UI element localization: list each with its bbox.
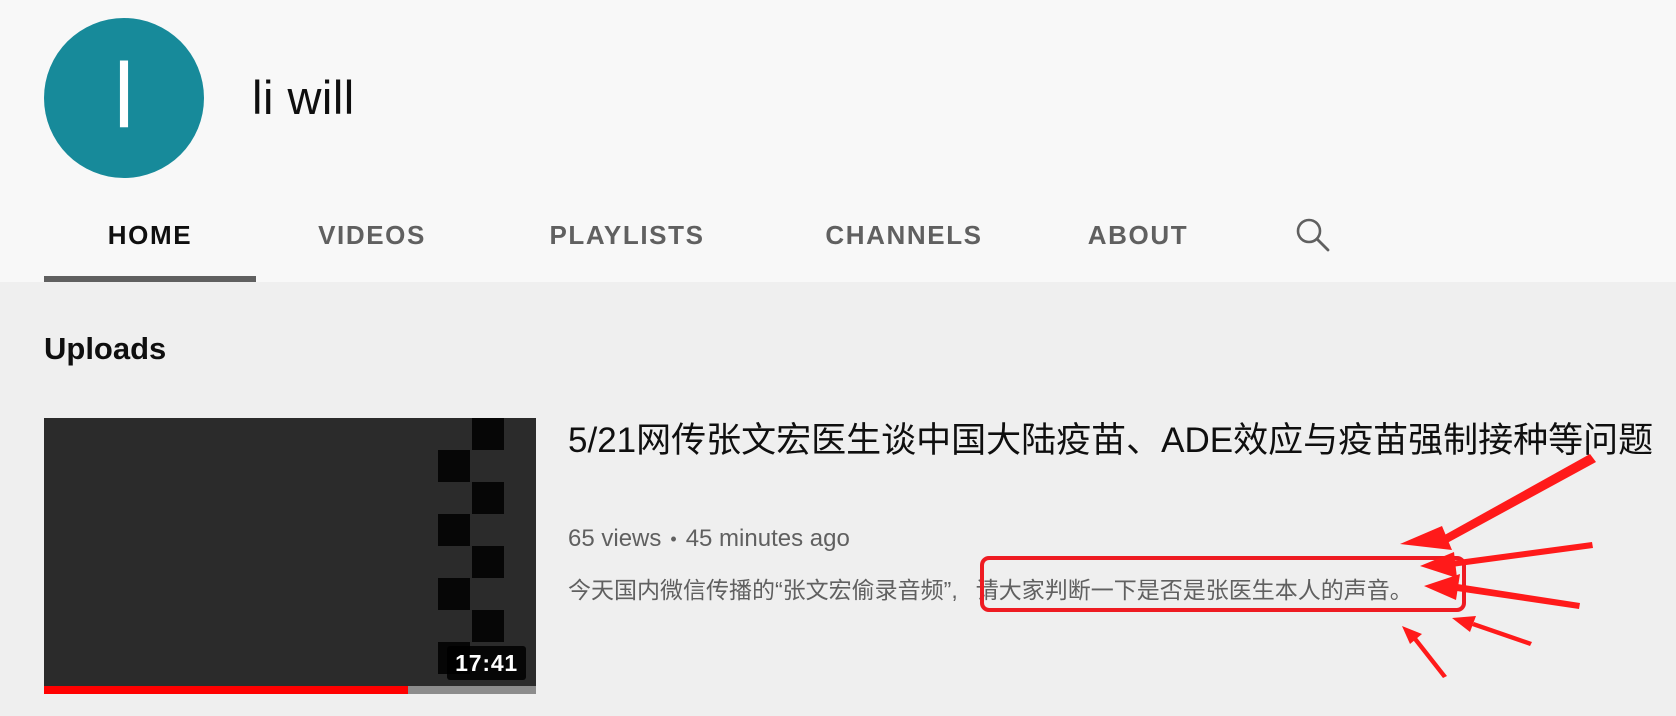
channel-header: l li will HOME VIDEOS PLAYLISTS CHANNELS…	[0, 0, 1676, 282]
meta-separator: •	[670, 529, 677, 549]
annotation-arrow-3	[1450, 583, 1580, 609]
upload-age: 45 minutes ago	[685, 525, 850, 552]
annotation-arrow-2	[1443, 542, 1593, 568]
uploads-heading: Uploads	[44, 331, 167, 366]
watch-progress-bar	[44, 686, 536, 694]
tab-about[interactable]: ABOUT	[1042, 205, 1234, 282]
tab-home[interactable]: HOME	[44, 205, 256, 282]
annotation-arrow-5	[1410, 634, 1447, 678]
annotation-arrow-large	[1432, 454, 1596, 548]
annotation-arrows	[1400, 454, 1596, 678]
avatar-letter: l	[113, 45, 135, 147]
channel-name: li will	[252, 71, 355, 124]
video-thumbnail[interactable]: 17:41	[44, 418, 536, 694]
annotation-arrow-3-head	[1424, 574, 1460, 600]
annotation-arrow-large-head	[1400, 526, 1452, 550]
channel-tabs: HOME VIDEOS PLAYLISTS CHANNELS ABOUT	[44, 205, 1348, 282]
tab-playlists[interactable]: PLAYLISTS	[488, 205, 766, 282]
search-icon	[1296, 218, 1330, 252]
watch-progress-fill	[44, 686, 409, 694]
view-count: 65 views	[568, 525, 662, 552]
annotation-arrow-4-head	[1452, 616, 1476, 632]
tab-channels[interactable]: CHANNELS	[766, 205, 1042, 282]
tab-videos[interactable]: VIDEOS	[256, 205, 488, 282]
search-button[interactable]	[1278, 205, 1348, 265]
video-duration: 17:41	[447, 646, 526, 680]
annotation-arrow-2-head	[1420, 552, 1457, 578]
annotation-arrow-4	[1472, 622, 1532, 646]
video-metadata: 65 views • 45 minutes ago	[568, 522, 850, 556]
channel-avatar[interactable]: l	[44, 18, 204, 178]
description-text: 今天国内微信传播的“张文宏偷录音频”,	[568, 577, 958, 603]
